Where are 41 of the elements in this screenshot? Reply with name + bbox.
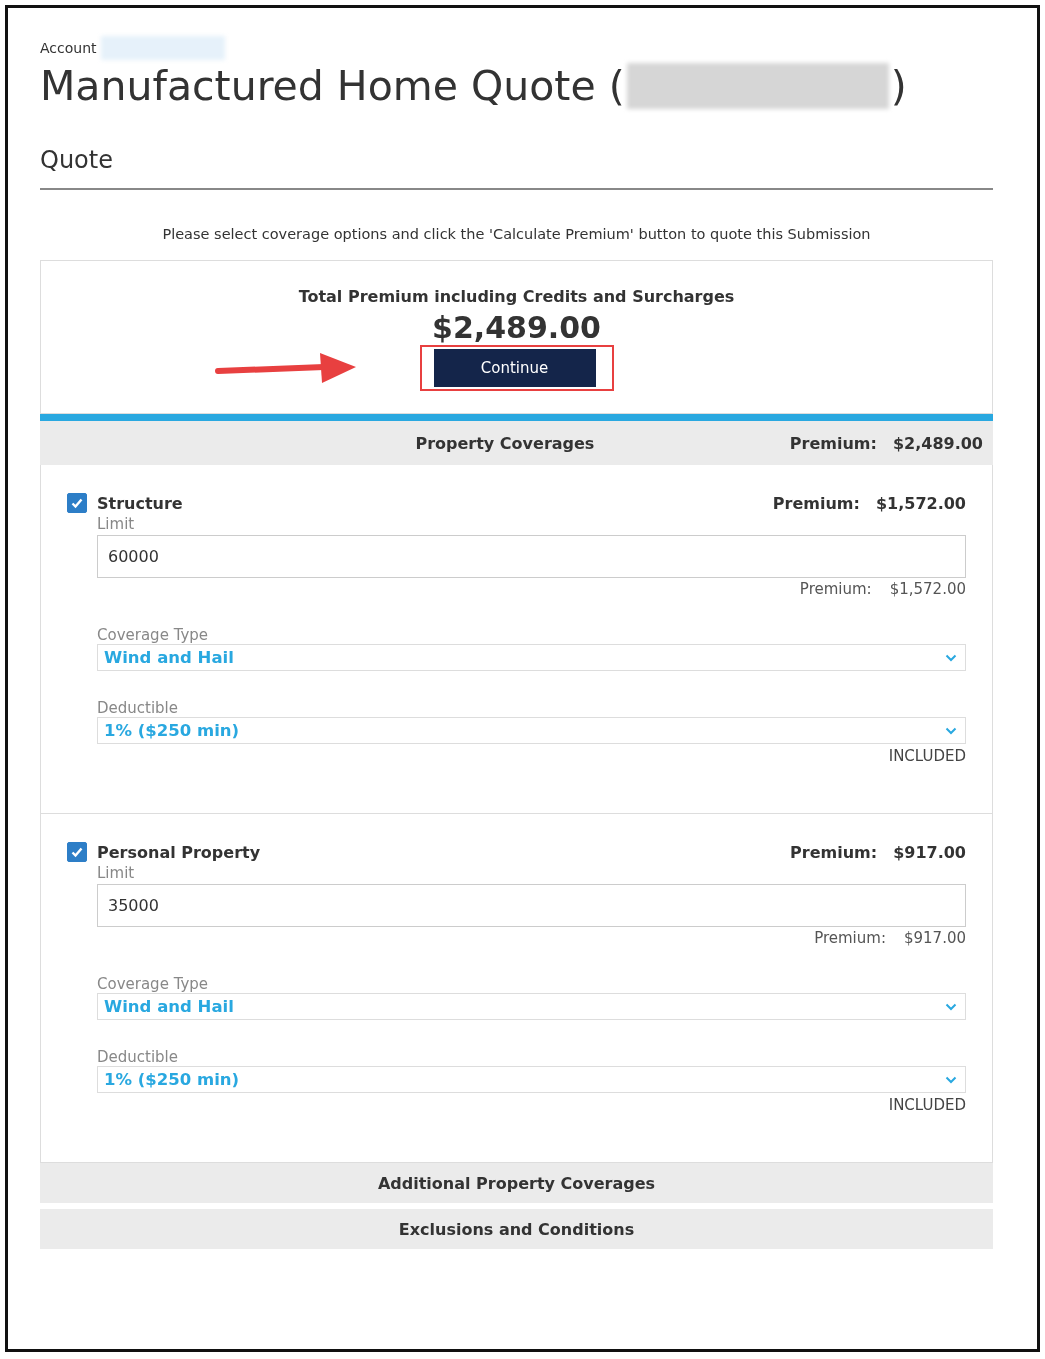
section-heading: Quote xyxy=(40,146,114,174)
premium-amount: $917.00 xyxy=(903,929,966,947)
field-label: Deductible xyxy=(97,699,180,717)
checkbox[interactable] xyxy=(67,842,87,862)
checkbox[interactable] xyxy=(67,493,87,513)
chevron-down-icon xyxy=(945,1075,957,1084)
continue-button[interactable]: Continue xyxy=(433,349,596,387)
instructions-text: Please select coverage options and click the 'Calculate Premium' button to quote this Submission xyxy=(161,226,872,242)
coverage-name: Structure xyxy=(97,493,184,513)
included-text: INCLUDED xyxy=(887,1096,966,1114)
coverage-name: Personal Property xyxy=(97,842,262,862)
premium-amount: $917.00 xyxy=(893,842,966,862)
premium-label: Premium: xyxy=(772,493,860,513)
account-label: Account xyxy=(40,40,97,56)
premium-amount: $1,572.00 xyxy=(875,493,966,513)
chevron-down-icon xyxy=(945,726,957,735)
total-premium-amount: $2,489.00 xyxy=(432,310,601,345)
total-premium-label: Total Premium including Credits and Surcharges xyxy=(298,287,735,306)
section-title: Property Coverages xyxy=(414,433,596,453)
field-label: Deductible xyxy=(97,1048,180,1066)
premium-amount: $1,572.00 xyxy=(889,580,966,598)
section-header[interactable]: Additional Property Coverages xyxy=(40,1163,993,1203)
chevron-down-icon xyxy=(945,653,957,662)
field-label: Limit xyxy=(97,515,136,533)
field-label: Coverage Type xyxy=(97,975,210,993)
premium-label: Premium: xyxy=(789,433,877,453)
premium-label: Premium: xyxy=(790,842,878,862)
premium-label: Premium: xyxy=(814,929,886,947)
premium-amount: $2,489.00 xyxy=(892,433,983,453)
field-label: Limit xyxy=(97,864,136,882)
section-header[interactable]: Exclusions and Conditions xyxy=(40,1209,993,1249)
checkmark-icon xyxy=(70,496,84,510)
chevron-down-icon xyxy=(945,1002,957,1011)
premium-label: Premium: xyxy=(799,580,872,598)
limit-input[interactable]: 35000 xyxy=(97,884,966,927)
checkmark-icon xyxy=(70,845,84,859)
limit-input[interactable]: 60000 xyxy=(97,535,966,578)
page-title: Manufactured Home Quote ( xyxy=(40,61,625,112)
title-parenthesis: ) xyxy=(890,61,907,112)
field-label: Coverage Type xyxy=(97,626,210,644)
included-text: INCLUDED xyxy=(887,747,966,765)
